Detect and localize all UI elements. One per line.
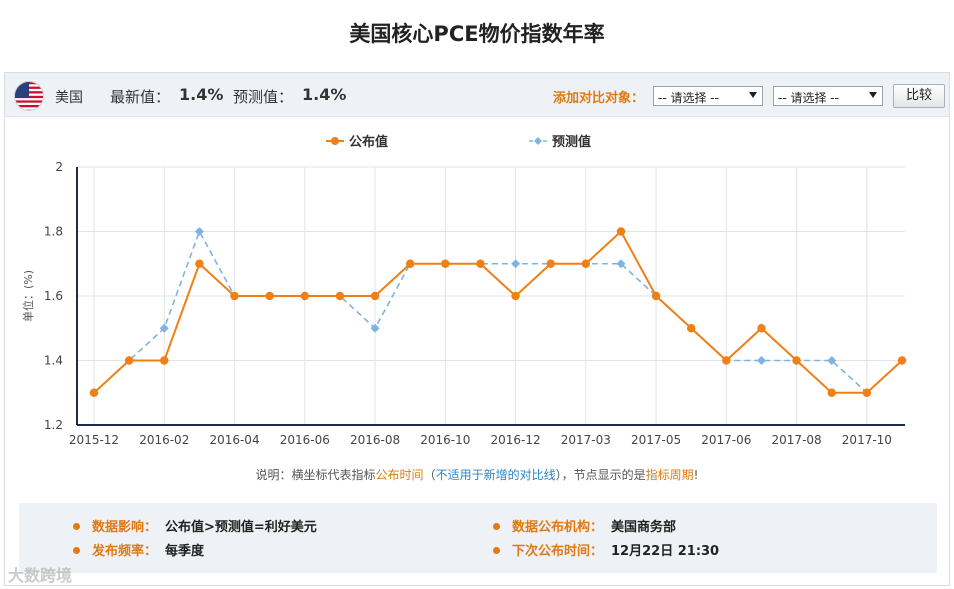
info-next-value: 12月22日 21:30 <box>611 544 720 559</box>
y-axis-label: 单位：(%) <box>21 270 35 322</box>
x-tick-label: 2016-10 <box>420 433 470 447</box>
watermark: 大数跨境 <box>8 566 73 585</box>
page-title: 美国核心PCE物价指数年率 <box>349 22 605 46</box>
y-tick-label: 1.4 <box>44 354 63 368</box>
info-frequency-label: 发布频率： <box>92 544 158 559</box>
note-prefix: 说明：横坐标代表指标 <box>255 468 376 482</box>
bullet-icon <box>493 547 500 554</box>
x-tick-label: 2016-02 <box>139 433 189 447</box>
latest-value-label: 最新值： <box>110 88 171 106</box>
actual-point <box>230 291 239 301</box>
actual-point <box>476 259 485 268</box>
compare-select-2-value: -- 请选择 -- <box>778 91 839 105</box>
indicator-info-box: 数据影响： 公布值>预测值=利好美元 数据公布机构： 美国商务部 发布频率： 每季度 … <box>19 503 937 573</box>
actual-point <box>757 324 766 333</box>
chart-note: 说明：横坐标代表指标公布时间（不适用于新增的对比线），节点显示的是指标周期! <box>5 466 949 483</box>
info-next-release: 下次公布时间： 12月22日 21:30 <box>493 540 719 559</box>
x-tick-label: 2017-05 <box>631 433 681 447</box>
x-tick-label: 2016-12 <box>490 433 540 447</box>
x-tick-label: 2016-06 <box>280 433 330 447</box>
actual-point <box>687 324 696 333</box>
latest-value: 1.4% <box>179 85 224 104</box>
info-frequency-value: 每季度 <box>165 544 205 559</box>
actual-point <box>195 259 204 268</box>
series-line-0 <box>93 229 903 394</box>
indicator-panel: 美国 最新值： 1.4% 预测值： 1.4% 添加对比对象： -- 请选择 --… <box>4 72 950 586</box>
compare-select-1-value: -- 请选择 -- <box>658 91 719 105</box>
actual-point <box>792 356 801 365</box>
legend-marker-forecast <box>534 137 542 145</box>
bullet-icon <box>493 523 500 530</box>
note-paren-open: （ <box>423 468 436 482</box>
forecast-value: 1.4% <box>302 85 347 104</box>
legend-label: 预测值 <box>552 134 591 150</box>
info-impact-value: 公布值>预测值=利好美元 <box>165 520 317 535</box>
actual-point <box>370 291 380 301</box>
actual-point <box>897 356 907 365</box>
series-line-1 <box>93 229 903 394</box>
actual-point <box>265 291 274 301</box>
x-tick-label: 2015-12 <box>69 433 119 447</box>
actual-point <box>581 259 591 268</box>
compare-select-1[interactable]: -- 请选择 -- <box>653 86 763 106</box>
actual-point <box>160 356 169 365</box>
compare-button[interactable]: 比较 <box>893 84 945 108</box>
actual-point <box>124 356 134 365</box>
info-agency: 数据公布机构： 美国商务部 <box>493 516 676 535</box>
actual-point <box>300 291 309 301</box>
note-highlight-time: 公布时间 <box>375 468 424 482</box>
x-tick-label: 2017-03 <box>561 433 611 447</box>
forecast-value-label: 预测值： <box>233 88 294 106</box>
compare-label: 添加对比对象： <box>553 91 645 106</box>
y-tick-label: 1.8 <box>44 225 63 239</box>
indicator-header-bar: 美国 最新值： 1.4% 预测值： 1.4% 添加对比对象： -- 请选择 --… <box>5 73 949 117</box>
actual-point <box>335 291 345 301</box>
actual-point <box>651 291 661 301</box>
actual-point <box>827 388 836 397</box>
actual-point <box>89 388 99 397</box>
forecast-point <box>511 259 521 269</box>
x-tick-label: 2017-06 <box>701 433 751 447</box>
actual-point <box>405 259 415 268</box>
info-agency-label: 数据公布机构： <box>512 520 604 535</box>
actual-point <box>616 227 626 236</box>
y-tick-label: 2 <box>55 160 63 174</box>
info-frequency: 发布频率： 每季度 <box>73 540 204 559</box>
info-impact: 数据影响： 公布值>预测值=利好美元 <box>73 516 317 535</box>
x-tick-label: 2017-10 <box>842 433 892 447</box>
actual-point <box>511 291 520 301</box>
country-name: 美国 <box>55 90 83 106</box>
y-tick-label: 1.2 <box>44 418 63 432</box>
bullet-icon <box>73 547 80 554</box>
actual-point <box>722 356 731 365</box>
info-agency-value: 美国商务部 <box>611 520 677 535</box>
bullet-icon <box>73 523 80 530</box>
compare-select-2[interactable]: -- 请选择 -- <box>773 86 883 106</box>
x-tick-label: 2017-08 <box>772 433 822 447</box>
x-tick-label: 2016-04 <box>209 433 259 447</box>
actual-point <box>546 259 555 268</box>
info-next-label: 下次公布时间： <box>512 544 604 559</box>
chevron-down-icon <box>869 92 877 98</box>
legend-marker-actual <box>331 137 339 145</box>
note-middle: ，节点显示的是 <box>561 468 646 482</box>
forecast-point <box>194 227 204 236</box>
x-tick-label: 2016-08 <box>350 433 400 447</box>
legend-label: 公布值 <box>349 134 388 150</box>
note-blue-text: 不适用于新增的对比线 <box>435 468 556 482</box>
chevron-down-icon <box>749 92 757 98</box>
note-highlight-period: 指标周期 <box>645 468 694 482</box>
pce-line-chart: 1.2 1.4 1.6 1.8 2 2015-12 2016-02 2016-04 2016-0… <box>21 134 907 447</box>
actual-point <box>441 259 450 268</box>
us-flag-icon <box>14 81 44 111</box>
note-suffix: ! <box>693 468 699 482</box>
actual-point <box>862 388 872 397</box>
forecast-point <box>756 356 766 365</box>
info-impact-label: 数据影响： <box>92 520 158 535</box>
y-tick-label: 1.6 <box>44 289 63 303</box>
